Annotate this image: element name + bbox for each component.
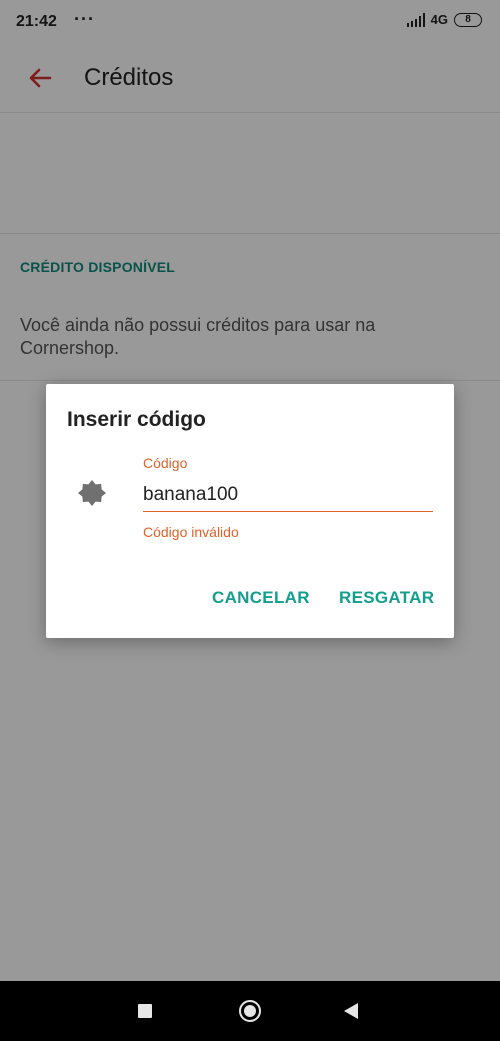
triangle-back-icon[interactable] <box>344 1003 358 1019</box>
code-input[interactable] <box>143 481 433 512</box>
circle-icon[interactable] <box>239 1000 261 1022</box>
code-error-message: Código inválido <box>143 524 239 540</box>
cancel-button[interactable]: CANCELAR <box>212 588 310 608</box>
system-nav-bar <box>0 981 500 1041</box>
insert-code-dialog: Inserir código Código Código inválido CA… <box>46 384 454 638</box>
dialog-title: Inserir código <box>67 408 206 431</box>
badge-icon <box>77 479 107 509</box>
square-icon[interactable] <box>138 1004 152 1018</box>
redeem-button[interactable]: RESGATAR <box>339 588 434 608</box>
code-field-label: Código <box>143 455 188 471</box>
